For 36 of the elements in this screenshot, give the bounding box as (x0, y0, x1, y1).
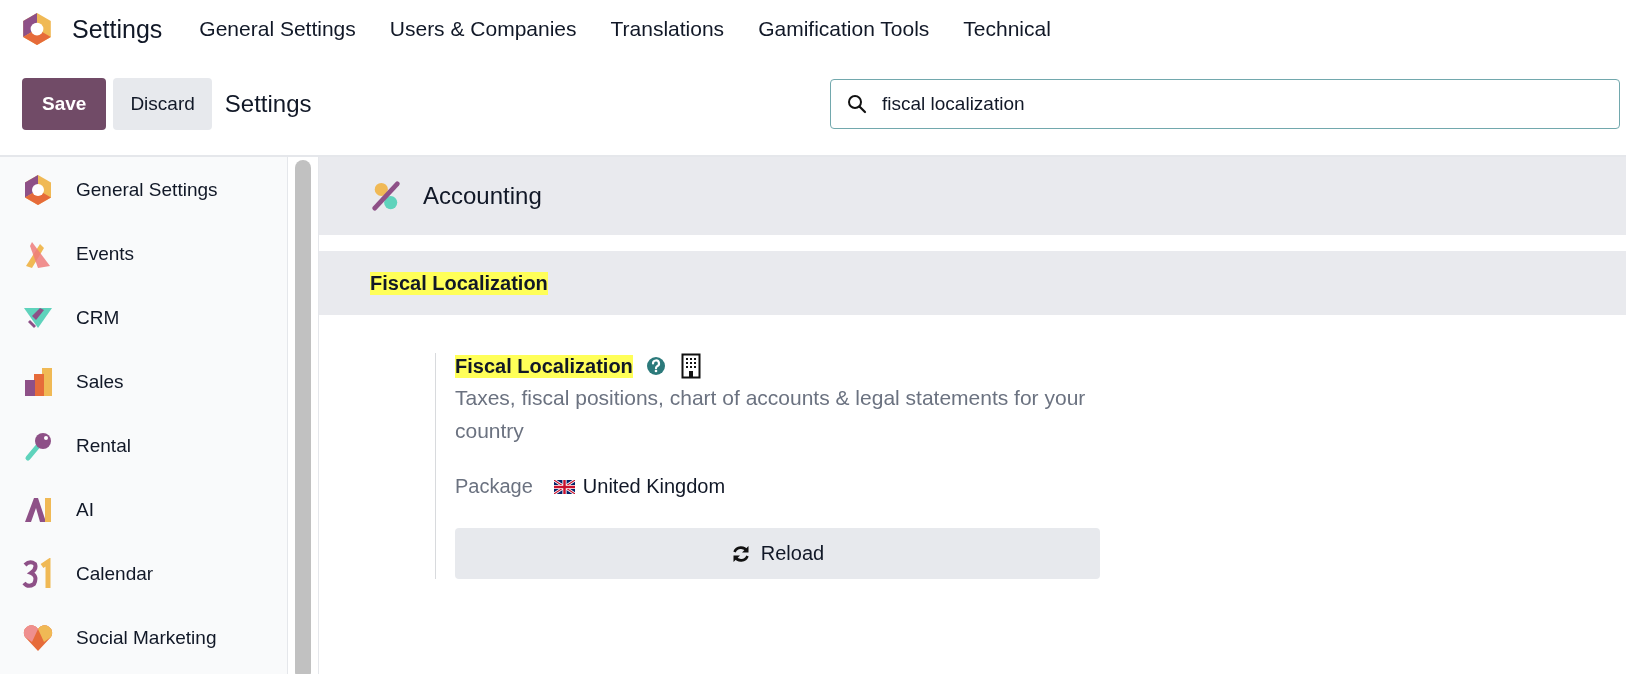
block-title: Fiscal Localization (370, 271, 548, 295)
sidebar-item[interactable]: Events (0, 222, 287, 286)
menu-item[interactable]: Users & Companies (389, 17, 577, 41)
hexagon-logo-icon (20, 12, 54, 46)
sidebar-item[interactable]: Calendar (0, 542, 287, 606)
sidebar-item[interactable]: Rental (0, 414, 287, 478)
menu-item[interactable]: Technical (963, 17, 1051, 41)
menu-item[interactable]: General Settings (199, 17, 356, 41)
reload-button[interactable]: Reload (455, 528, 1100, 579)
sidebar-item[interactable]: General Settings (0, 158, 287, 222)
bar-chart-icon (22, 366, 54, 398)
sidebar-item[interactable]: Social Marketing (0, 606, 287, 670)
building-icon (680, 353, 701, 379)
menu-item[interactable]: Translations (610, 17, 725, 41)
app-title[interactable]: Settings (72, 14, 163, 44)
hexagon-logo-icon (22, 174, 54, 206)
save-button[interactable]: Save (22, 78, 107, 130)
refresh-icon (730, 543, 751, 564)
calendar-number-icon (22, 558, 54, 590)
sidebar-item[interactable]: Sales (0, 350, 287, 414)
percent-shapes-icon (371, 181, 401, 211)
field-value: United Kingdom (582, 475, 726, 498)
menu-item[interactable]: Gamification Tools (758, 17, 930, 41)
field-label: Package (455, 475, 533, 498)
search-field[interactable]: fiscal localization (830, 79, 1620, 129)
section-title: Accounting (423, 182, 542, 210)
search-icon (847, 94, 867, 114)
breadcrumb-title: Settings (224, 90, 313, 118)
setting-description: Taxes, fiscal positions, chart of accounts & legal statements for your country (455, 385, 1087, 444)
sidebar-item[interactable]: CRM (0, 286, 287, 350)
discard-button[interactable]: Discard (113, 78, 212, 130)
flag-icon (553, 479, 575, 494)
sidebar-item[interactable]: AI (0, 478, 287, 542)
scrollbar-thumb[interactable] (295, 160, 311, 674)
help-icon (645, 356, 666, 376)
setting-title: Fiscal Localization (455, 354, 633, 378)
